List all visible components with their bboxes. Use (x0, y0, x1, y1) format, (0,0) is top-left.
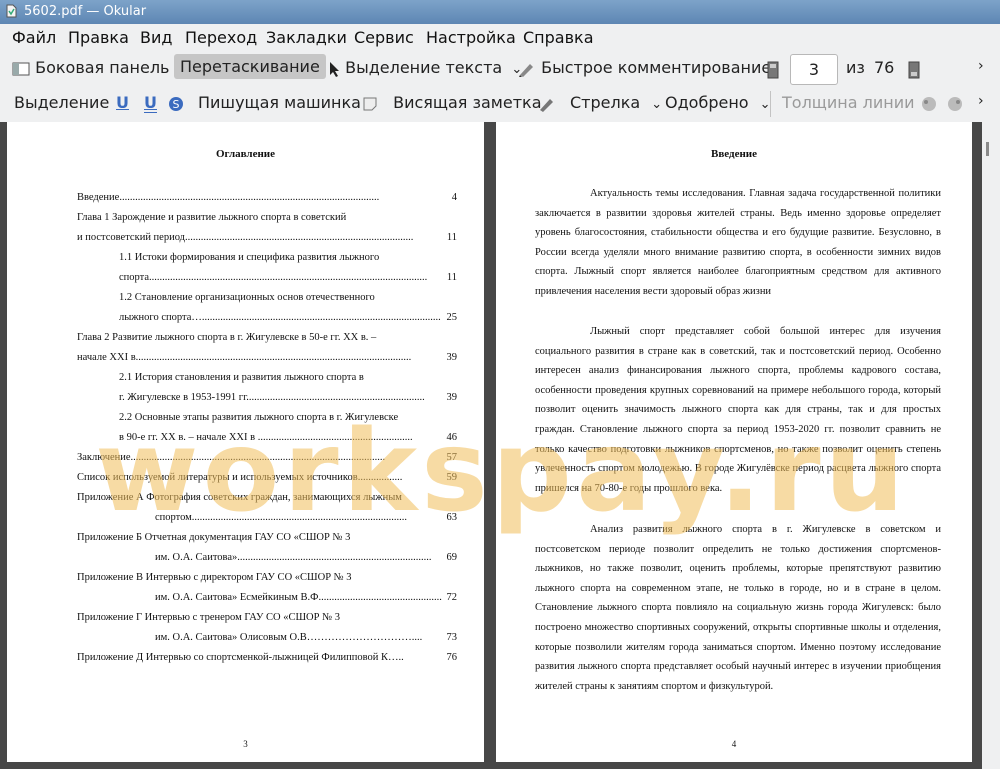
toc-entry: 1.1 Истоки формирования и специфика разв… (119, 252, 380, 263)
toc-entry: спорта..................................… (119, 272, 428, 283)
toc-page-number: 11 (446, 272, 457, 283)
menubar: Файл Правка Вид Переход Закладки Сервис … (0, 24, 1000, 52)
toc-page-number: 39 (446, 392, 458, 403)
underline-icon[interactable]: U (116, 93, 129, 112)
quick-annotation-button[interactable]: Быстрое комментирование (518, 58, 771, 77)
document-viewer[interactable]: Оглавление Введение.....................… (0, 122, 1000, 769)
page-number: 4 (731, 739, 737, 749)
sidebar-label: Боковая панель (35, 58, 170, 77)
popup-note-label: Висящая заметка (393, 93, 542, 112)
strikeout-icon[interactable]: S (168, 95, 184, 113)
toc-entry: Приложение В Интервью с директором ГАУ С… (77, 572, 352, 583)
toc-entry: им. О.А. Саитова» Есмейкиным В.Ф........… (155, 592, 442, 603)
text-select-label: Выделение текста (345, 58, 503, 77)
toc-page-number: 11 (446, 232, 457, 243)
page-number-input[interactable]: 3 (790, 54, 838, 85)
toc-page-number: 4 (451, 192, 457, 203)
stamp-label: Одобрено (665, 93, 749, 112)
menu-go[interactable]: Переход (185, 28, 257, 47)
toc-page-number: 72 (446, 592, 458, 603)
toc-entry: г. Жигулевске в 1953-1991 гг............… (119, 392, 425, 403)
highlight-button[interactable]: Выделение (14, 93, 109, 112)
typewriter-button[interactable]: Пишущая машинка (198, 93, 361, 112)
quick-annotation-label: Быстрое комментирование (541, 58, 772, 77)
font-icon[interactable] (946, 95, 964, 113)
previous-page-icon[interactable] (767, 61, 779, 79)
toc-entry: начале XXI в............................… (77, 352, 412, 363)
toc-entry: им. О.А. Саитова».......................… (155, 552, 432, 563)
menu-settings[interactable]: Настройка (426, 28, 516, 47)
page-number: 3 (243, 739, 248, 749)
line-width-button[interactable]: Толщина линии (782, 93, 915, 112)
toc-entry: Приложение Д Интервью со спортсменкой-лы… (77, 652, 404, 663)
sidebar-button[interactable]: Боковая панель (12, 58, 169, 77)
window-titlebar: 5602.pdf — Okular (0, 0, 1000, 24)
toc-page-number: 69 (446, 552, 458, 563)
chevron-down-icon: ⌄ (651, 97, 663, 112)
page-total-label: 76 (874, 58, 895, 77)
toc-entry: им. О.А. Саитова» Олисовым О.В…………………………… (155, 632, 423, 643)
toc-entry: 2.1 История становления и развития лыжно… (119, 372, 364, 383)
page-of-label: из (846, 58, 865, 77)
vertical-scrollbar[interactable] (982, 122, 1000, 769)
toc-entry: и постсоветский период..................… (77, 232, 414, 243)
toc-entry: Приложение Г Интервью с тренером ГАУ СО … (77, 612, 340, 623)
toc-entry: Введение................................… (77, 192, 380, 203)
sidebar-icon (12, 62, 30, 75)
page-title: Оглавление (215, 148, 276, 160)
paragraph: Анализ развития лыжного спорта в г. Жигу… (535, 524, 941, 692)
toolbar-overflow-icon[interactable]: › (978, 58, 984, 74)
menu-bookmarks[interactable]: Закладки (266, 28, 347, 47)
text-select-button[interactable]: Выделение текста ⌄ (328, 58, 522, 77)
toc-page-number: 73 (446, 632, 458, 643)
window-title: 5602.pdf — Okular (24, 4, 147, 19)
annotation-toolbar: Выделение U U S Пишущая машинка Висящая … (0, 87, 1000, 122)
page-title: Введение (710, 148, 758, 160)
toc-page-number: 39 (446, 352, 458, 363)
note-icon (363, 97, 377, 110)
watermark: workspay.ru (95, 407, 909, 537)
menu-tools[interactable]: Сервис (354, 28, 414, 47)
toc-page-number: 76 (446, 652, 458, 663)
squiggle-icon[interactable]: U (144, 93, 157, 112)
toc-entry: 1.2 Становление организационных основ от… (119, 292, 375, 303)
menu-file[interactable]: Файл (12, 28, 56, 47)
main-toolbar: Боковая панель Перетаскивание Выделение … (0, 52, 1000, 87)
toc-page-number: 25 (446, 312, 458, 323)
chevron-down-icon: ⌄ (759, 97, 771, 112)
drag-mode-button[interactable]: Перетаскивание (174, 54, 326, 79)
svg-text:S: S (173, 98, 180, 111)
toc-entry: Глава 2 Развитие лыжного спорта в г. Жиг… (77, 332, 377, 343)
toc-entry: Глава 1 Зарождение и развитие лыжного сп… (77, 212, 347, 223)
pen-icon (519, 63, 533, 77)
menu-help[interactable]: Справка (523, 28, 594, 47)
stamp-button[interactable]: Одобрено ⌄ (665, 93, 771, 112)
toolbar-overflow-icon[interactable]: › (978, 93, 984, 109)
okular-app-icon (6, 4, 17, 18)
popup-note-button[interactable]: Висящая заметка (362, 93, 542, 112)
color-icon[interactable] (920, 95, 938, 113)
toolbar-separator (770, 91, 771, 117)
arrow-label: Стрелка (570, 93, 641, 112)
menu-view[interactable]: Вид (140, 28, 172, 47)
arrow-tool-icon[interactable] (538, 96, 556, 112)
menu-edit[interactable]: Правка (68, 28, 129, 47)
cursor-icon (330, 61, 339, 77)
next-page-icon[interactable] (908, 61, 920, 79)
toc-entry: лыжного спорта….........................… (119, 312, 441, 323)
arrow-button[interactable]: Стрелка ⌄ (570, 93, 662, 112)
scrollbar-thumb[interactable] (986, 142, 989, 156)
paragraph: Актуальность темы исследования. Главная … (535, 188, 941, 297)
